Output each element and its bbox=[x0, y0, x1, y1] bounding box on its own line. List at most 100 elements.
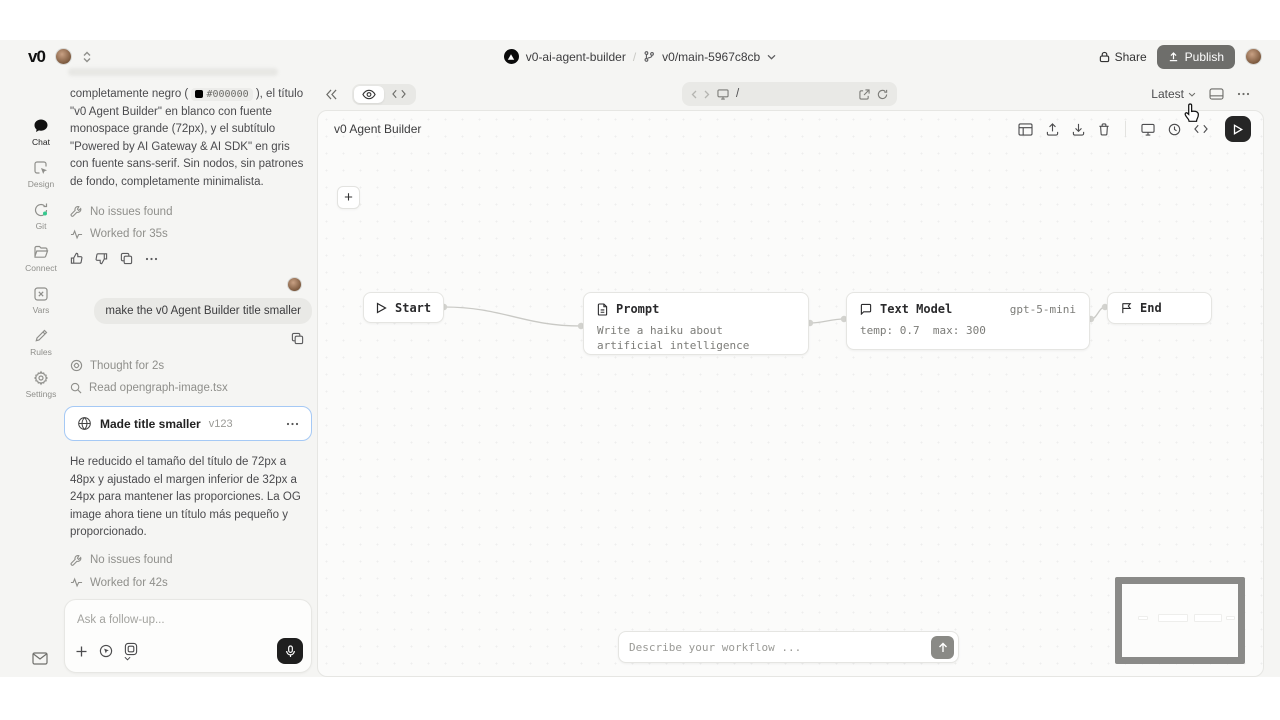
download-icon[interactable] bbox=[1072, 123, 1085, 136]
status-text: Worked for 35s bbox=[90, 228, 168, 240]
microphone-icon bbox=[285, 645, 296, 658]
node-end-title: End bbox=[1121, 301, 1162, 315]
version-selector[interactable]: Latest bbox=[1151, 87, 1196, 101]
workflow-input[interactable] bbox=[629, 641, 931, 654]
thought-status[interactable]: Thought for 2s bbox=[64, 359, 312, 372]
arrow-up-icon bbox=[938, 642, 948, 653]
node-start-title: Start bbox=[376, 301, 431, 315]
canvas-toolbar bbox=[1018, 116, 1251, 142]
sidebar-item-chat[interactable]: Chat bbox=[18, 118, 64, 147]
copy-icon[interactable] bbox=[120, 252, 133, 265]
message-actions-1 bbox=[64, 252, 312, 265]
gear-icon bbox=[33, 370, 49, 386]
trash-icon[interactable] bbox=[1098, 123, 1110, 136]
no-issues-status-2: No issues found bbox=[64, 554, 312, 567]
user-avatar[interactable] bbox=[1245, 48, 1262, 65]
followup-composer bbox=[64, 599, 312, 673]
share-label: Share bbox=[1115, 50, 1147, 64]
app-region: v0 v0-ai-agent-builder / v0/main-5967c8c… bbox=[0, 40, 1280, 677]
node-prompt-body: Write a haiku about artificial intellige… bbox=[597, 323, 795, 353]
user-message-bubble: make the v0 Agent Builder title smaller bbox=[94, 298, 312, 324]
assistant-message-2: He reducido el tamaño del título de 72px… bbox=[64, 454, 312, 542]
followup-input[interactable] bbox=[77, 614, 299, 626]
message-square-icon bbox=[860, 303, 872, 315]
history-clock-icon[interactable] bbox=[1168, 123, 1181, 136]
layout-grid-icon[interactable] bbox=[1018, 123, 1033, 136]
read-file-status[interactable]: Read opengraph-image.tsx bbox=[64, 382, 312, 394]
activity-icon bbox=[70, 229, 83, 240]
sidebar-item-design[interactable]: Design bbox=[18, 160, 64, 189]
sidebar-item-label: Design bbox=[28, 179, 54, 189]
node-text-model[interactable]: Text Model gpt-5-mini temp: 0.7 max: 300 bbox=[846, 292, 1090, 350]
design-select-icon[interactable] bbox=[99, 644, 113, 658]
sidebar-item-settings[interactable]: Settings bbox=[18, 370, 64, 399]
user-message-copy bbox=[64, 332, 312, 345]
status-text: No issues found bbox=[90, 206, 172, 218]
file-text-icon bbox=[597, 303, 608, 316]
sidebar-item-label: Settings bbox=[26, 389, 57, 399]
user-message-avatar bbox=[287, 277, 302, 292]
preview-eye-toggle[interactable] bbox=[354, 86, 384, 103]
branch-name[interactable]: v0/main-5967c8cb bbox=[662, 50, 760, 64]
copy-icon[interactable] bbox=[291, 332, 304, 345]
breadcrumb-divider: / bbox=[633, 50, 636, 64]
chevron-down-icon[interactable] bbox=[767, 54, 776, 60]
lock-icon bbox=[1099, 51, 1110, 63]
code-icon[interactable] bbox=[1194, 124, 1208, 134]
collapse-sidebar-icon[interactable] bbox=[325, 89, 338, 100]
user-avatar-row bbox=[64, 277, 312, 292]
share-button[interactable]: Share bbox=[1099, 50, 1147, 64]
url-path[interactable]: / bbox=[736, 88, 852, 100]
agent-builder-panel: + Start Prompt Write a haiku about artif… bbox=[317, 110, 1264, 677]
workflow-canvas[interactable]: + Start Prompt Write a haiku about artif… bbox=[318, 111, 1263, 676]
thumbs-up-icon[interactable] bbox=[70, 252, 83, 265]
user-message-row: make the v0 Agent Builder title smaller bbox=[64, 298, 312, 324]
version-card[interactable]: Made title smaller v123 bbox=[64, 406, 312, 441]
color-swatch bbox=[195, 90, 203, 98]
no-issues-status-1: No issues found bbox=[64, 205, 312, 218]
open-external-icon[interactable] bbox=[859, 89, 870, 100]
screenshot-icon[interactable] bbox=[124, 642, 138, 661]
preview-code-toggle bbox=[352, 84, 416, 105]
sidebar-item-rules[interactable]: Rules bbox=[18, 328, 64, 357]
activity-icon bbox=[70, 577, 83, 588]
more-options-icon[interactable] bbox=[145, 257, 158, 261]
refresh-icon[interactable] bbox=[877, 89, 888, 100]
minimap-node bbox=[1226, 616, 1235, 620]
workflow-composer bbox=[618, 631, 959, 663]
feedback-mail-icon[interactable] bbox=[32, 652, 48, 665]
minimap-node bbox=[1194, 614, 1222, 622]
status-text: Read opengraph-image.tsx bbox=[89, 382, 228, 394]
microphone-button[interactable] bbox=[277, 638, 303, 664]
publish-button[interactable]: Publish bbox=[1157, 45, 1235, 69]
canvas-minimap[interactable] bbox=[1115, 577, 1245, 664]
chevron-down-icon bbox=[124, 656, 131, 661]
node-text-model-title: Text Model gpt-5-mini bbox=[860, 302, 1076, 316]
upload-icon[interactable] bbox=[1046, 123, 1059, 136]
project-name[interactable]: v0-ai-agent-builder bbox=[526, 50, 626, 64]
version-selector-label: Latest bbox=[1151, 87, 1184, 101]
worked-status-2: Worked for 42s bbox=[64, 577, 312, 589]
sidebar-item-vars[interactable]: Vars bbox=[18, 286, 64, 315]
add-node-button[interactable]: + bbox=[337, 186, 360, 209]
vercel-circle-icon bbox=[504, 49, 519, 64]
flag-icon bbox=[1121, 302, 1132, 314]
node-prompt[interactable]: Prompt Write a haiku about artificial in… bbox=[583, 292, 809, 355]
run-workflow-button[interactable] bbox=[1225, 116, 1251, 142]
forward-icon[interactable] bbox=[704, 90, 710, 99]
sidebar-item-connect[interactable]: Connect bbox=[18, 244, 64, 273]
preview-url-bar[interactable]: / bbox=[682, 82, 897, 106]
thumbs-down-icon[interactable] bbox=[95, 252, 108, 265]
monitor-icon[interactable] bbox=[1141, 123, 1155, 136]
version-card-more-icon[interactable] bbox=[286, 422, 299, 426]
browser-window-icon[interactable] bbox=[1209, 88, 1224, 100]
back-icon[interactable] bbox=[691, 90, 697, 99]
sidebar-item-git[interactable]: Git bbox=[18, 202, 64, 231]
more-options-icon[interactable] bbox=[1237, 92, 1250, 96]
code-view-toggle[interactable] bbox=[384, 86, 414, 102]
node-start[interactable]: Start bbox=[363, 292, 444, 323]
plus-icon[interactable] bbox=[75, 645, 88, 658]
node-end[interactable]: End bbox=[1107, 292, 1212, 324]
publish-icon bbox=[1168, 51, 1179, 62]
workflow-send-button[interactable] bbox=[931, 636, 954, 659]
